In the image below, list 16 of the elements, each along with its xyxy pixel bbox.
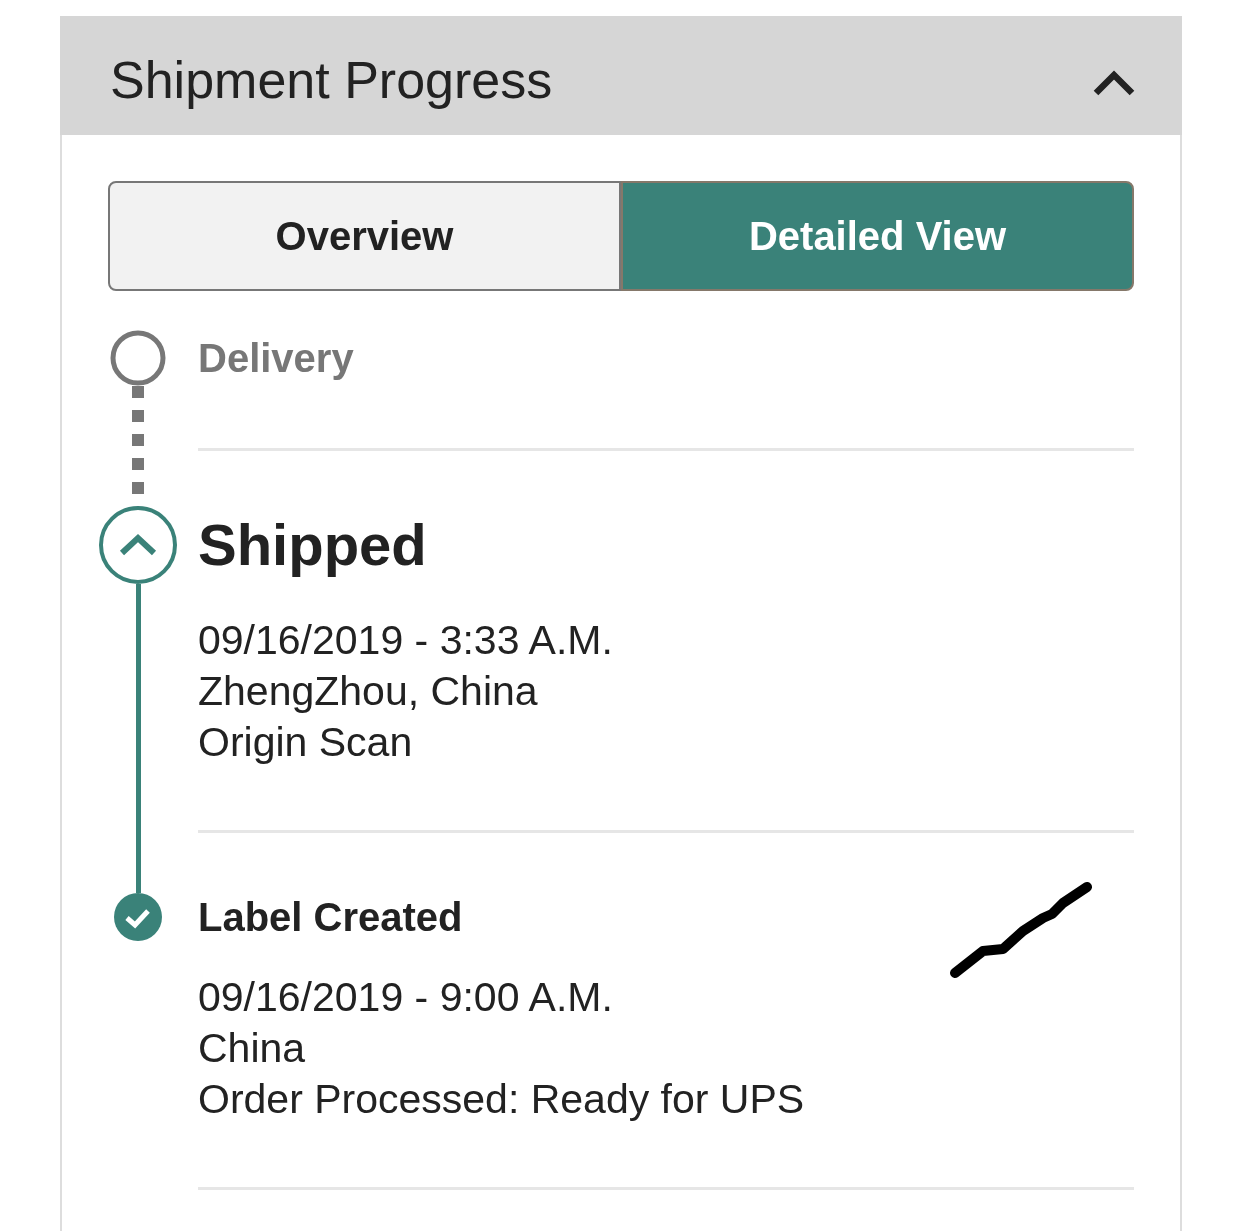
event-date-time: 09/16/2019 - 9:00 A.M. bbox=[198, 973, 613, 1022]
event-title: Label Created bbox=[198, 894, 463, 941]
event-activity: Origin Scan bbox=[198, 718, 413, 767]
event-location: ZhengZhou, China bbox=[198, 667, 538, 716]
panel-title: Shipment Progress bbox=[110, 49, 553, 110]
event-date-time: 09/16/2019 - 3:33 A.M. bbox=[198, 616, 613, 665]
event-location: China bbox=[198, 1024, 306, 1073]
tab[interactable]: Detailed View bbox=[621, 181, 1134, 291]
chevron-up-icon[interactable] bbox=[1092, 68, 1136, 97]
event-title: Delivery bbox=[198, 335, 354, 382]
tab[interactable]: Overview bbox=[108, 181, 621, 291]
check-circle-icon bbox=[114, 893, 162, 941]
event-activity: Order Processed: Ready for UPS bbox=[198, 1075, 805, 1124]
chevron-up-circle-icon bbox=[99, 506, 177, 584]
event-title: Shipped bbox=[198, 511, 427, 579]
ring-icon bbox=[110, 330, 166, 386]
